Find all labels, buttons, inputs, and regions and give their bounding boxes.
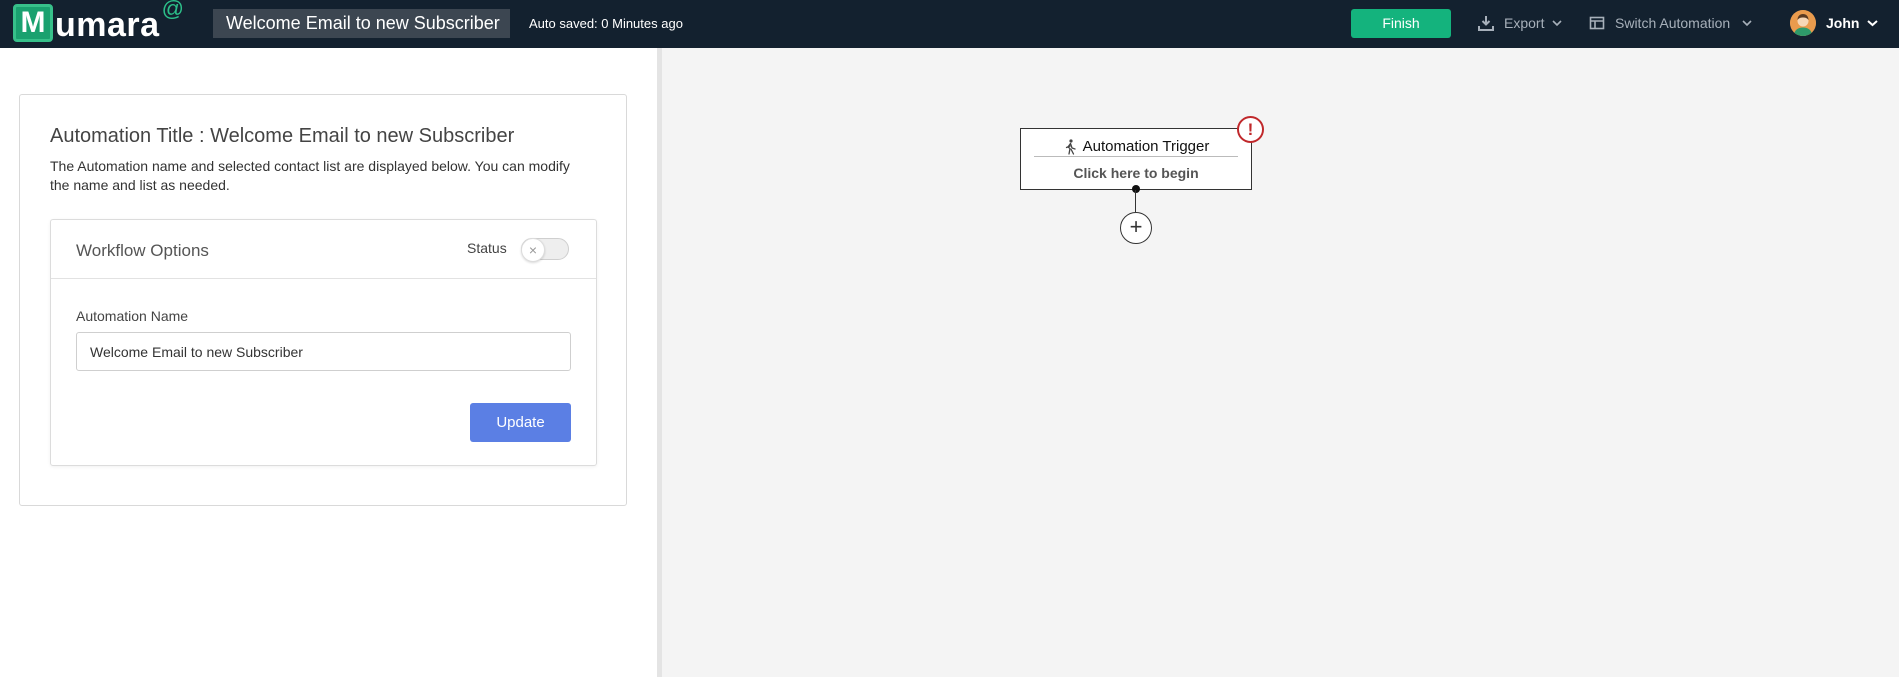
automation-name-input[interactable] [76,332,571,371]
add-step-button[interactable]: + [1120,212,1152,244]
export-dropdown[interactable]: Export [1478,13,1563,33]
workflow-options-card: Workflow Options Status × Automation Nam… [50,219,597,466]
download-icon [1478,16,1494,31]
workflow-options-title: Workflow Options [76,241,209,260]
chevron-down-icon [1552,20,1563,27]
switch-automation-dropdown[interactable]: Switch Automation [1589,13,1752,33]
connector-line [1135,190,1136,212]
workflow-options-header: Workflow Options Status × [51,220,596,279]
user-avatar-icon [1790,10,1816,36]
logo-text: umara [55,6,160,44]
automation-title-display[interactable]: Welcome Email to new Subscriber [213,9,510,38]
trigger-node-header: Automation Trigger [1034,137,1238,157]
switch-automation-label: Switch Automation [1615,15,1731,31]
mumara-logo[interactable]: M umara @ [13,0,184,44]
automation-name-label: Automation Name [76,308,189,324]
chevron-down-icon [1742,20,1752,27]
table-icon [1589,16,1605,30]
trigger-title: Automation Trigger [1082,138,1210,155]
walking-person-icon [1065,138,1076,155]
user-name: John [1826,15,1860,31]
logo-at-symbol: @ [161,0,184,21]
status-toggle[interactable]: × [521,238,569,262]
exclamation-circle-icon: ! [1237,116,1264,143]
automation-description: The Automation name and selected contact… [50,158,570,193]
connector-dot [1132,185,1140,193]
update-button[interactable]: Update [470,403,571,442]
trigger-begin-text: Click here to begin [1073,165,1199,181]
finish-button[interactable]: Finish [1351,9,1451,38]
export-label: Export [1504,15,1545,31]
user-menu[interactable]: John [1790,10,1879,36]
automation-title-heading: Automation Title : Welcome Email to new … [50,125,515,147]
x-icon: × [521,238,545,262]
avatar [1790,10,1816,36]
autosave-status: Auto saved: 0 Minutes ago [529,16,683,31]
workflow-canvas[interactable] [662,48,1899,677]
automation-info-card: Automation Title : Welcome Email to new … [19,94,627,506]
top-bar: M umara @ Welcome Email to new Subscribe… [0,0,1899,48]
logo-mark: M [13,4,53,42]
chevron-down-icon [1867,20,1879,27]
status-label: Status [467,240,507,256]
automation-trigger-node[interactable]: Automation Trigger Click here to begin [1020,128,1252,190]
